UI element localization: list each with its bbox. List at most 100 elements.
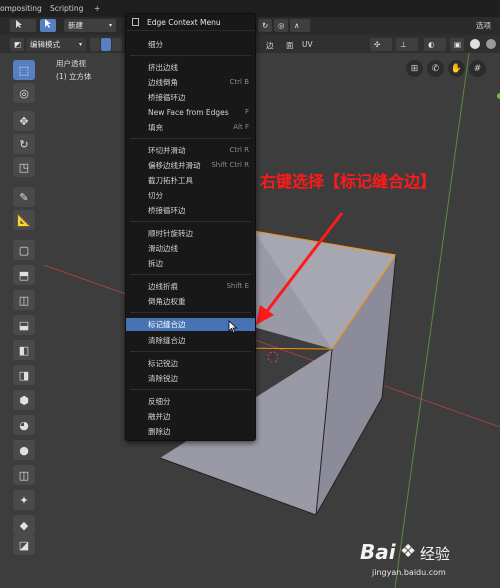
- shear-tool[interactable]: ◆: [13, 515, 35, 535]
- mode-label: 编辑模式: [30, 40, 60, 49]
- measure-tool[interactable]: 📐: [13, 210, 35, 230]
- move-tool[interactable]: ✥: [13, 111, 35, 131]
- watermark-brand2: 经验: [420, 545, 451, 563]
- bevel-tool[interactable]: ⬓: [13, 315, 35, 335]
- rip-tool[interactable]: ◪: [13, 535, 35, 555]
- y-axis-line: [394, 53, 470, 588]
- overlay-icon[interactable]: ◐: [424, 38, 446, 51]
- item-label: 反细分: [148, 397, 171, 406]
- menu-item-clear-sharp[interactable]: 清除锐边: [126, 372, 255, 385]
- cursor-icon: [16, 20, 22, 28]
- gizmo-icon[interactable]: ⊥: [396, 38, 418, 51]
- falloff-icon[interactable]: ∧: [290, 19, 310, 32]
- 3d-viewport[interactable]: 用户透视 (1) 立方体 ⊞ ✆ ✋ # 右键选择【标记缝合边】: [44, 53, 500, 588]
- inset-tool[interactable]: ◫: [13, 290, 35, 310]
- tab-scripting[interactable]: Scripting: [44, 2, 89, 15]
- annotate-tool[interactable]: ✎: [13, 187, 35, 207]
- menu-item-edge-crease[interactable]: 边线折痕 Shift E: [126, 280, 255, 293]
- pan-hand-icon[interactable]: ✋: [448, 60, 465, 77]
- item-shortcut: Ctrl B: [229, 78, 249, 86]
- menu-item-mark-seam[interactable]: 标记缝合边: [126, 318, 255, 334]
- chevron-down-icon: ▾: [78, 41, 82, 48]
- menu-item-knife-topology[interactable]: 截刀拓扑工具: [126, 174, 255, 187]
- menu-item-new-face-from-edges[interactable]: New Face from Edges F: [126, 106, 255, 119]
- new-label: 新建: [68, 21, 83, 30]
- mode-selector[interactable]: 编辑模式 ▾: [26, 38, 86, 51]
- item-label: 拆边: [148, 259, 163, 268]
- item-label: 边线折痕: [148, 282, 178, 291]
- menu-item-offset-edge-slide[interactable]: 偏移边线并滑动 Shift Ctrl R: [126, 159, 255, 172]
- menu-item-rotate-edge-cw[interactable]: 顺时针旋转边: [126, 227, 255, 240]
- menu-item-bevel-weight[interactable]: 倒角边权重: [126, 295, 255, 308]
- menu-item-un-subdivide[interactable]: 反细分: [126, 395, 255, 408]
- edge-select-icon[interactable]: [101, 38, 111, 51]
- menu-edge[interactable]: 边: [266, 40, 274, 51]
- item-shortcut: F: [244, 108, 249, 116]
- item-label: 桥接循环边: [148, 93, 186, 102]
- item-label: 倒角边权重: [148, 297, 186, 306]
- item-label: 桥接循环边: [148, 206, 186, 215]
- item-shortcut: Alt F: [233, 123, 249, 131]
- item-label: 标记锐边: [148, 359, 178, 368]
- add-workspace-button[interactable]: +: [88, 2, 106, 15]
- spin-tool[interactable]: ◕: [13, 415, 35, 435]
- poly-build-tool[interactable]: ⬢: [13, 390, 35, 410]
- face-select-icon[interactable]: [112, 38, 122, 51]
- menu-item-bridge-edge-loops[interactable]: 桥接循环边: [126, 91, 255, 104]
- new-button[interactable]: 新建 ▾: [64, 19, 116, 32]
- viewport-scene: [44, 53, 500, 588]
- xray-icon[interactable]: ▣: [450, 38, 464, 51]
- grid-icon[interactable]: #: [469, 60, 486, 77]
- tab-compositing[interactable]: ompositing: [0, 2, 48, 15]
- solid-shading-icon[interactable]: [470, 39, 480, 49]
- mirror-icon[interactable]: ◎: [274, 19, 288, 32]
- view-perspective-label: 用户透视: [56, 59, 86, 68]
- shrink-tool[interactable]: ✦: [13, 490, 35, 510]
- menu-item-delete-edges[interactable]: 删除边: [126, 425, 255, 438]
- menu-item-dissolve-edges[interactable]: 融并边: [126, 410, 255, 423]
- menu-item-bevel-edges[interactable]: 边线倒角 Ctrl B: [126, 76, 255, 89]
- item-label: 融并边: [148, 412, 171, 421]
- cursor-tool[interactable]: ◎: [13, 83, 35, 103]
- annotation-text: 右键选择【标记缝合边】: [260, 172, 437, 191]
- edge-slide-tool[interactable]: ◫: [13, 465, 35, 485]
- proportional-icon[interactable]: ↻: [258, 19, 272, 32]
- options-label[interactable]: 选项: [476, 20, 491, 31]
- mode-icon: ◩: [10, 38, 24, 51]
- menu-item-clear-seam[interactable]: 清除缝合边: [126, 334, 255, 347]
- menu-uv[interactable]: UV: [302, 40, 313, 49]
- material-shading-icon[interactable]: [486, 39, 496, 49]
- menu-item-subdivide[interactable]: 细分: [126, 38, 255, 51]
- item-label: 删除边: [148, 427, 171, 436]
- menu-item-extrude-edges[interactable]: 挤出边线: [126, 61, 255, 74]
- menu-item-edge-split[interactable]: 拆边: [126, 257, 255, 270]
- menu-separator: [130, 312, 251, 313]
- extrude-tool[interactable]: ⬒: [13, 265, 35, 285]
- loop-cut-tool[interactable]: ◧: [13, 340, 35, 360]
- smooth-tool[interactable]: ●: [13, 440, 35, 460]
- select-tool-button[interactable]: [40, 19, 56, 32]
- item-label: 环切并滑动: [148, 146, 186, 155]
- rotate-tool[interactable]: ↻: [13, 134, 35, 154]
- vertex-select-icon[interactable]: [90, 38, 100, 51]
- item-label: 偏移边线并滑动: [148, 161, 201, 170]
- watermark-url: jingyan.baidu.com: [372, 568, 446, 577]
- add-cube-tool[interactable]: ▢: [13, 240, 35, 260]
- watermark-brand: Bai: [360, 540, 396, 564]
- menu-item-bisect[interactable]: 切分: [126, 189, 255, 202]
- item-label: 清除缝合边: [148, 336, 186, 345]
- menu-separator: [130, 138, 251, 139]
- editor-type-button[interactable]: [10, 19, 36, 32]
- transform-orientation-icon[interactable]: ✣: [370, 38, 392, 51]
- menu-item-fill[interactable]: 填充 Alt F: [126, 121, 255, 134]
- menu-item-edge-slide[interactable]: 滑动边线: [126, 242, 255, 255]
- menu-item-loop-cut-slide[interactable]: 环切并滑动 Ctrl R: [126, 144, 255, 157]
- menu-item-bridge-loops[interactable]: 桥接循环边: [126, 204, 255, 217]
- menu-face[interactable]: 面: [286, 40, 294, 51]
- scale-tool[interactable]: ◳: [13, 157, 35, 177]
- knife-tool[interactable]: ◨: [13, 365, 35, 385]
- select-box-tool[interactable]: ⬚: [13, 60, 35, 80]
- camera-icon[interactable]: ✆: [427, 60, 444, 77]
- menu-item-mark-sharp[interactable]: 标记锐边: [126, 357, 255, 370]
- zoom-icon[interactable]: ⊞: [406, 60, 423, 77]
